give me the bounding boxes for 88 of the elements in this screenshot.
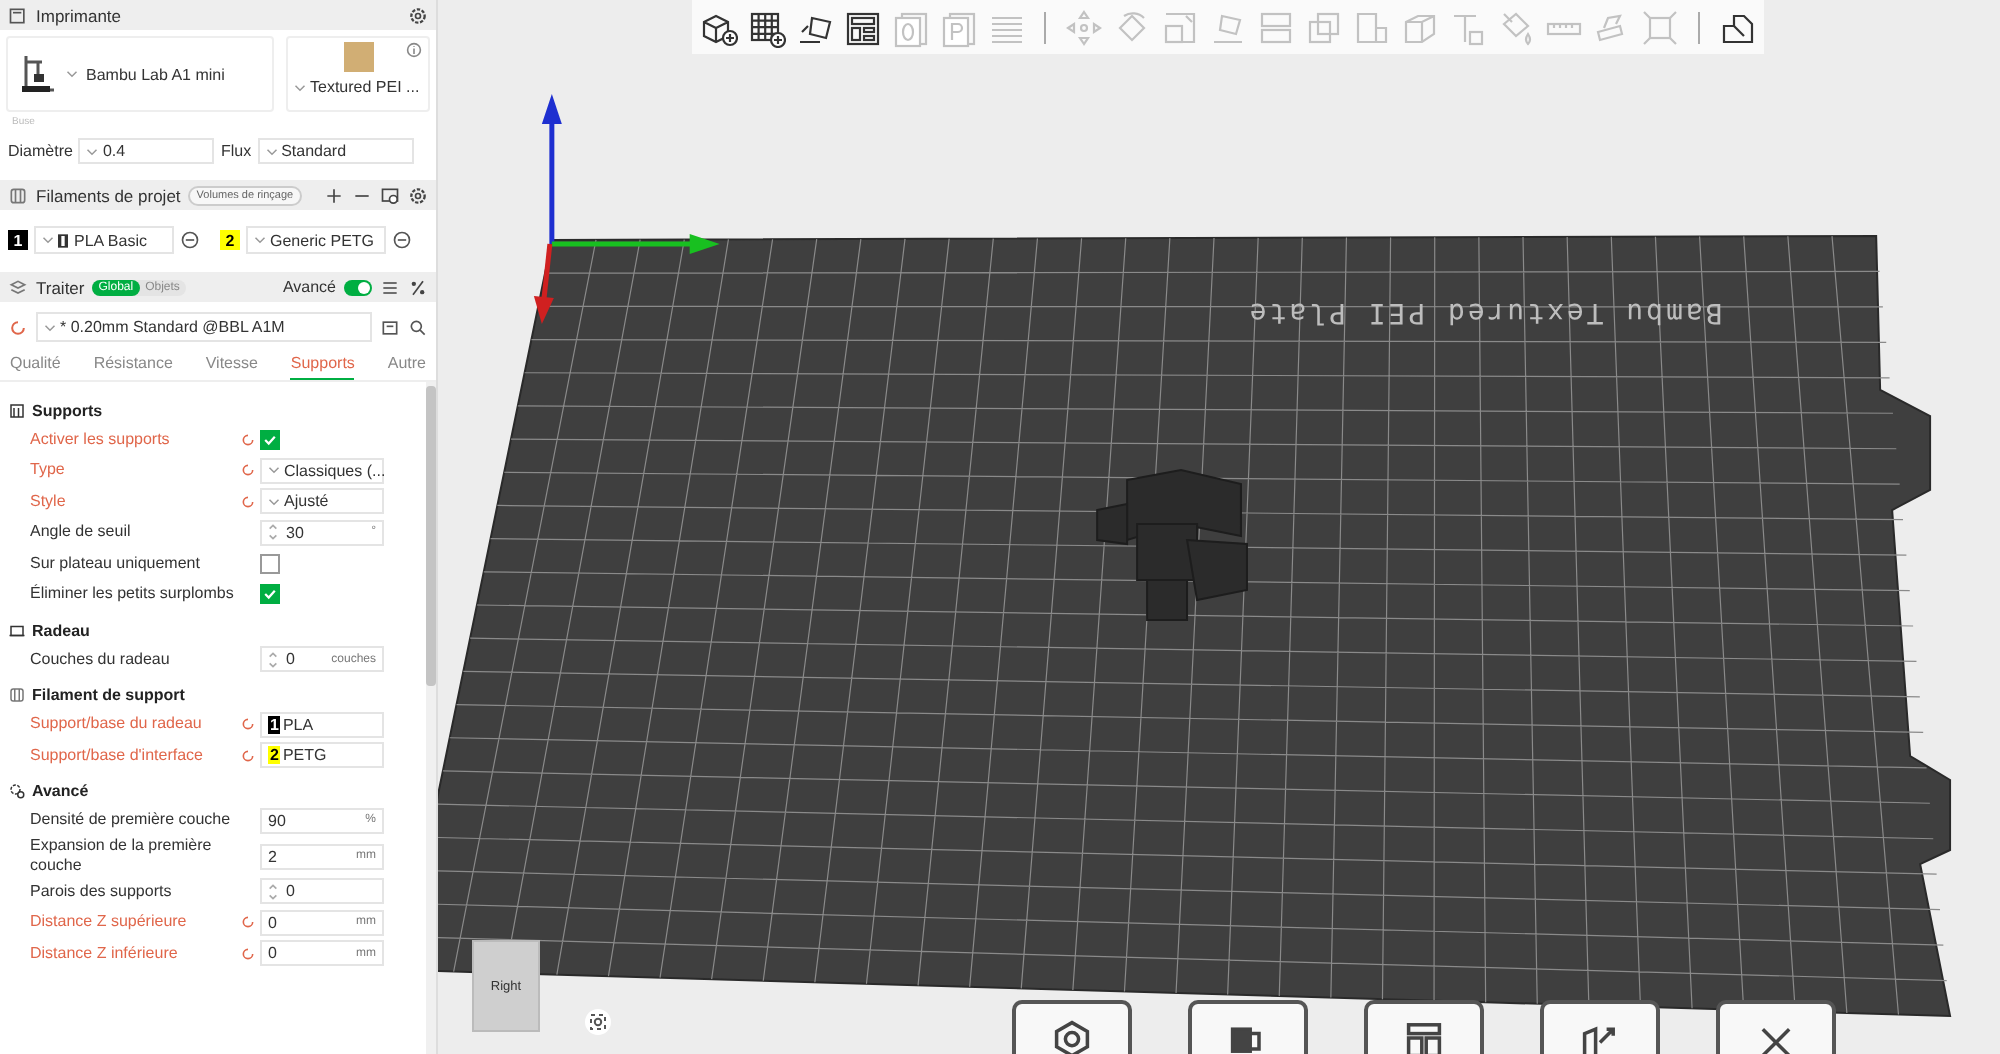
- filament-dropdown[interactable]: 2 PETG: [260, 742, 384, 769]
- spin-field[interactable]: 0: [260, 878, 384, 905]
- spool-icon: [58, 233, 68, 247]
- setting-label: Style: [30, 491, 68, 512]
- checkbox[interactable]: [260, 429, 280, 450]
- filament-dropdown[interactable]: 1 PLA: [260, 711, 384, 738]
- flux-label: Flux: [220, 142, 252, 160]
- spin-arrows-icon[interactable]: [268, 649, 278, 670]
- flux-dropdown[interactable]: Standard: [257, 138, 414, 164]
- caret-icon: [86, 147, 99, 155]
- setting-label: Distance Z supérieure: [30, 912, 189, 933]
- spool-icon: [8, 185, 28, 205]
- caret-icon: [268, 497, 280, 506]
- info-icon[interactable]: [406, 42, 422, 58]
- section-title: Traiter: [36, 277, 85, 297]
- grid-add-icon[interactable]: [746, 7, 786, 47]
- settings-tab[interactable]: Autre: [387, 350, 426, 380]
- spool-icon: [8, 686, 26, 704]
- caret-icon: [42, 236, 54, 244]
- caret-icon: [294, 83, 306, 91]
- setting-label: Couches du radeau: [30, 649, 172, 670]
- settings-tab[interactable]: Vitesse: [205, 350, 258, 380]
- printer-icon: [8, 5, 28, 25]
- add-icon[interactable]: [324, 185, 344, 205]
- support-icon: [8, 401, 26, 419]
- caret-icon: [44, 323, 56, 331]
- setting-label: Type: [30, 460, 67, 481]
- setting-label: Expansion de la première couche: [30, 836, 214, 876]
- group-title: Filament de support: [32, 686, 185, 704]
- setting-label: Parois des supports: [30, 881, 174, 902]
- advanced-label: Avancé: [282, 278, 336, 296]
- setting-label: Support/base d'interface: [30, 745, 205, 766]
- percent-icon[interactable]: [408, 277, 428, 297]
- caret-icon: [66, 70, 78, 78]
- setting-label: Support/base du radeau: [30, 714, 204, 735]
- setting-label: Sur plateau uniquement: [30, 553, 202, 574]
- caret-icon: [268, 466, 280, 475]
- spin-arrows-icon[interactable]: [268, 522, 278, 543]
- filament-number: 1: [8, 230, 28, 250]
- layers-icon: [8, 277, 28, 297]
- spin-arrows-icon[interactable]: [268, 881, 278, 902]
- advanced-toggle[interactable]: [344, 279, 372, 295]
- remove-icon[interactable]: [392, 230, 412, 250]
- gear-icon: [8, 782, 26, 800]
- settings-tab[interactable]: Résistance: [93, 350, 173, 380]
- diameter-label: Diamètre: [8, 142, 73, 160]
- nut-icon: [1050, 1016, 1094, 1054]
- group-title: Radeau: [32, 621, 90, 639]
- group-title: Avancé: [32, 782, 89, 800]
- caret-icon: [254, 236, 266, 244]
- section-title: Filaments de projet: [36, 185, 181, 205]
- sync-icon[interactable]: [380, 185, 400, 205]
- save-icon[interactable]: [380, 317, 400, 337]
- setting-label: Densité de première couche: [30, 810, 233, 831]
- settings-icon[interactable]: [408, 5, 428, 25]
- settings-icon[interactable]: [408, 185, 428, 205]
- filament-dropdown[interactable]: PLA Basic: [34, 226, 174, 254]
- raft-icon: [8, 621, 26, 639]
- filament-number: 2: [220, 230, 240, 250]
- setting-label: Éliminer les petits surplombs: [30, 584, 236, 605]
- setting-label: Angle de seuil: [30, 522, 133, 543]
- preset-dropdown[interactable]: * 0.20mm Standard @BBL A1M: [36, 312, 372, 342]
- checkbox[interactable]: [260, 584, 280, 605]
- plate-selector[interactable]: Textured PEI ...: [286, 36, 430, 112]
- group-title: Supports: [32, 401, 103, 419]
- axis-y: [533, 243, 554, 324]
- search-icon[interactable]: [408, 317, 428, 337]
- filament-dropdown[interactable]: Generic PETG: [246, 226, 386, 254]
- list-icon[interactable]: [380, 277, 400, 297]
- settings-tab[interactable]: Qualité: [10, 350, 61, 380]
- setting-dropdown[interactable]: Ajusté: [260, 488, 384, 515]
- setting-label: Distance Z inférieure: [30, 943, 180, 964]
- plate-name: Textured PEI ...: [310, 78, 420, 96]
- layout-icon[interactable]: [842, 7, 882, 47]
- setting-dropdown[interactable]: Classiques (...: [260, 457, 384, 484]
- section-title: Imprimante: [36, 5, 122, 25]
- setting-label: Activer les supports: [30, 429, 172, 450]
- plate-label: Bambu Textured PEI Plate: [1246, 296, 1723, 328]
- checkbox[interactable]: [260, 553, 280, 574]
- scrollbar-thumb[interactable]: [426, 386, 436, 686]
- printer-name: Bambu Lab A1 mini: [86, 65, 225, 83]
- plate-thumbnail: [343, 42, 373, 72]
- remove-icon[interactable]: [180, 230, 200, 250]
- focus-icon[interactable]: [584, 1008, 612, 1036]
- caret-icon: [265, 147, 278, 155]
- printer-selector[interactable]: Bambu Lab A1 mini: [6, 36, 274, 112]
- diameter-dropdown[interactable]: 0.4: [78, 138, 215, 164]
- reset-icon[interactable]: [8, 317, 28, 337]
